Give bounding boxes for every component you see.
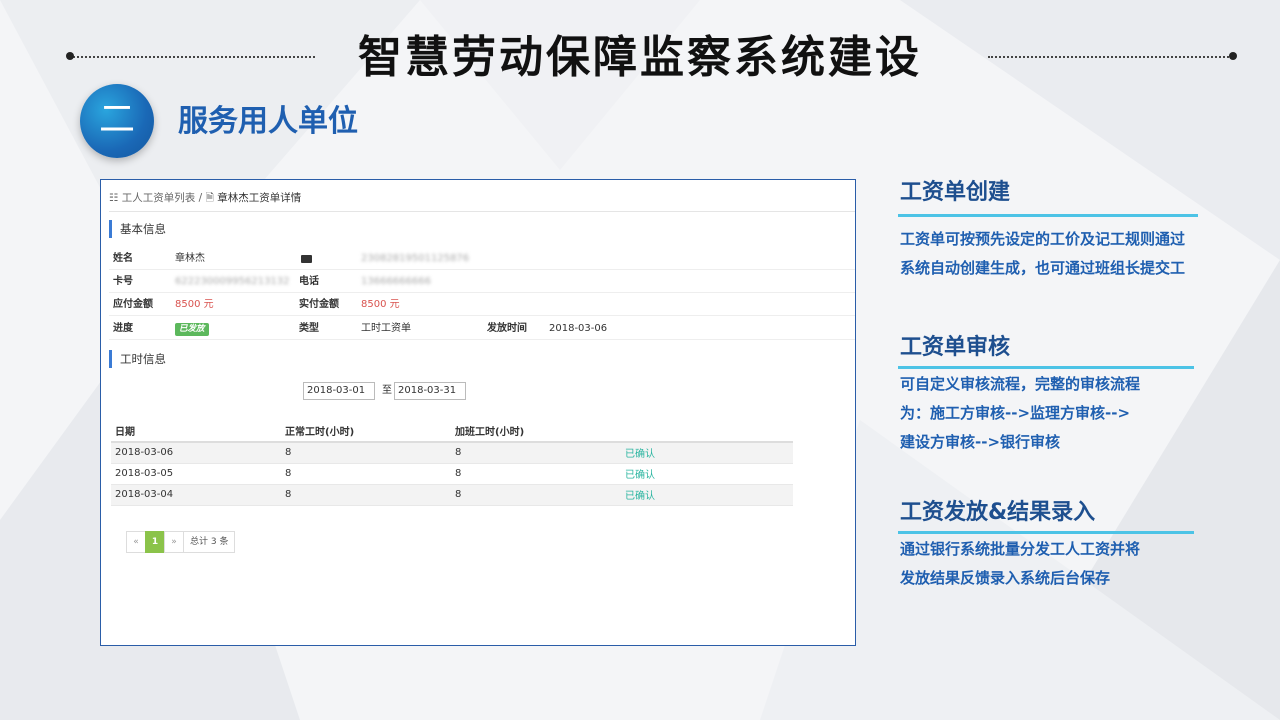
row-date: 2018-03-04 — [111, 484, 281, 506]
feature-underline — [898, 531, 1194, 534]
section-number-badge: 二 — [80, 84, 154, 158]
feature-description: 通过银行系统批量分发工人工资并将 发放结果反馈录入系统后台保存 — [900, 535, 1194, 593]
pagination-next-button[interactable]: » — [164, 531, 184, 553]
breadcrumb-separator: / — [198, 192, 203, 204]
paid-label: 实付金额 — [299, 299, 339, 310]
name-value: 章林杰 — [175, 253, 205, 264]
name-label: 姓名 — [113, 253, 133, 264]
table-row: 2018-03-06 8 8 已确认 — [111, 442, 793, 464]
row-normal-hours: 8 — [281, 484, 451, 506]
info-row-name: 姓名 章林杰 23082819501125876 — [109, 248, 855, 270]
feature-line: 发放结果反馈录入系统后台保存 — [900, 569, 1111, 587]
feature-payslip-review: 工资单审核 可自定义审核流程，完整的审核流程 为：施工方审核-->监理方审核--… — [898, 333, 1194, 457]
feature-description: 工资单可按预先设定的工价及记工规则通过 系统自动创建生成，也可通过班组长提交工 — [900, 225, 1198, 283]
issue-time-label: 发放时间 — [487, 323, 527, 334]
phone-value: 13666666666 — [361, 276, 431, 287]
feature-line: 系统自动创建生成，也可通过班组长提交工 — [900, 259, 1186, 277]
pagination: « 1 » 总计 3 条 — [126, 531, 236, 553]
row-overtime-hours: 8 — [451, 484, 621, 506]
paid-value: 8500 元 — [361, 299, 400, 310]
phone-label: 电话 — [299, 276, 319, 287]
info-row-amount: 应付金额 8500 元 实付金额 8500 元 — [109, 294, 855, 316]
feature-underline — [898, 214, 1198, 217]
date-to-input[interactable]: 2018-03-31 — [394, 382, 466, 400]
feature-line: 为：施工方审核-->监理方审核--> — [900, 404, 1131, 422]
row-normal-hours: 8 — [281, 463, 451, 485]
row-date: 2018-03-05 — [111, 463, 281, 485]
info-row-progress: 进度 已发放 类型 工时工资单 发放时间 2018-03-06 — [109, 318, 855, 340]
section-title: 服务用人单位 — [178, 104, 358, 139]
id-number-value: 23082819501125876 — [361, 253, 470, 264]
list-icon: ☷ — [109, 192, 119, 204]
feature-payment-result: 工资发放&结果录入 通过银行系统批量分发工人工资并将 发放结果反馈录入系统后台保… — [898, 498, 1194, 593]
pagination-total: 总计 3 条 — [183, 531, 236, 553]
card-value: 622230009956213132 — [175, 276, 290, 287]
card-label: 卡号 — [113, 276, 133, 287]
row-normal-hours: 8 — [281, 442, 451, 464]
feature-line: 通过银行系统批量分发工人工资并将 — [900, 540, 1141, 558]
status-badge: 已发放 — [175, 323, 209, 336]
column-header-normal-hours: 正常工时(小时) — [281, 420, 451, 443]
payable-label: 应付金额 — [113, 299, 153, 310]
row-overtime-hours: 8 — [451, 463, 621, 485]
feature-line: 可自定义审核流程，完整的审核流程 — [900, 375, 1141, 393]
column-header-date: 日期 — [111, 420, 281, 443]
pagination-page-1[interactable]: 1 — [145, 531, 165, 553]
table-header-row: 日期 正常工时(小时) 加班工时(小时) — [111, 420, 793, 443]
feature-title: 工资单审核 — [900, 335, 1011, 360]
payslip-detail-panel: ☷ 工人工资单列表 / 🗎 章林杰工资单详情 基本信息 姓名 章林杰 23082… — [100, 179, 856, 646]
feature-underline — [898, 366, 1194, 369]
issue-time-value: 2018-03-06 — [549, 323, 608, 334]
info-row-card: 卡号 622230009956213132 电话 13666666666 — [109, 271, 855, 293]
date-range-separator: 至 — [382, 385, 392, 396]
feature-title: 工资单创建 — [900, 180, 1011, 205]
breadcrumb-current: 章林杰工资单详情 — [217, 192, 302, 204]
row-status: 已确认 — [621, 442, 793, 464]
feature-title: 工资发放&结果录入 — [900, 500, 1096, 525]
type-value: 工时工资单 — [361, 323, 411, 334]
feature-line: 建设方审核-->银行审核 — [900, 433, 1061, 451]
work-hours-heading: 工时信息 — [109, 350, 166, 368]
feature-payslip-creation: 工资单创建 工资单可按预先设定的工价及记工规则通过 系统自动创建生成，也可通过班… — [898, 178, 1198, 283]
row-status: 已确认 — [621, 463, 793, 485]
feature-description: 可自定义审核流程，完整的审核流程 为：施工方审核-->监理方审核--> 建设方审… — [900, 370, 1194, 457]
feature-line: 工资单可按预先设定的工价及记工规则通过 — [900, 230, 1186, 248]
id-card-icon — [301, 248, 312, 272]
table-row: 2018-03-05 8 8 已确认 — [111, 463, 793, 485]
row-date: 2018-03-06 — [111, 442, 281, 464]
table-row: 2018-03-04 8 8 已确认 — [111, 484, 793, 506]
page-title: 智慧劳动保障监察系统建设 — [358, 32, 922, 83]
payable-value: 8500 元 — [175, 299, 214, 310]
date-from-input[interactable]: 2018-03-01 — [303, 382, 375, 400]
progress-label: 进度 — [113, 323, 133, 334]
work-hours-table: 日期 正常工时(小时) 加班工时(小时) 2018-03-06 8 8 已确认 … — [111, 420, 793, 506]
row-status: 已确认 — [621, 484, 793, 506]
title-bar: 智慧劳动保障监察系统建设 — [0, 28, 1280, 88]
column-header-status — [621, 420, 793, 443]
breadcrumb-list-link[interactable]: 工人工资单列表 — [122, 192, 196, 204]
breadcrumb: ☷ 工人工资单列表 / 🗎 章林杰工资单详情 — [109, 184, 855, 212]
column-header-overtime-hours: 加班工时(小时) — [451, 420, 621, 443]
document-icon: 🗎 — [205, 192, 214, 204]
basic-info-heading: 基本信息 — [109, 220, 166, 238]
pagination-prev-button[interactable]: « — [126, 531, 146, 553]
type-label: 类型 — [299, 323, 319, 334]
row-overtime-hours: 8 — [451, 442, 621, 464]
